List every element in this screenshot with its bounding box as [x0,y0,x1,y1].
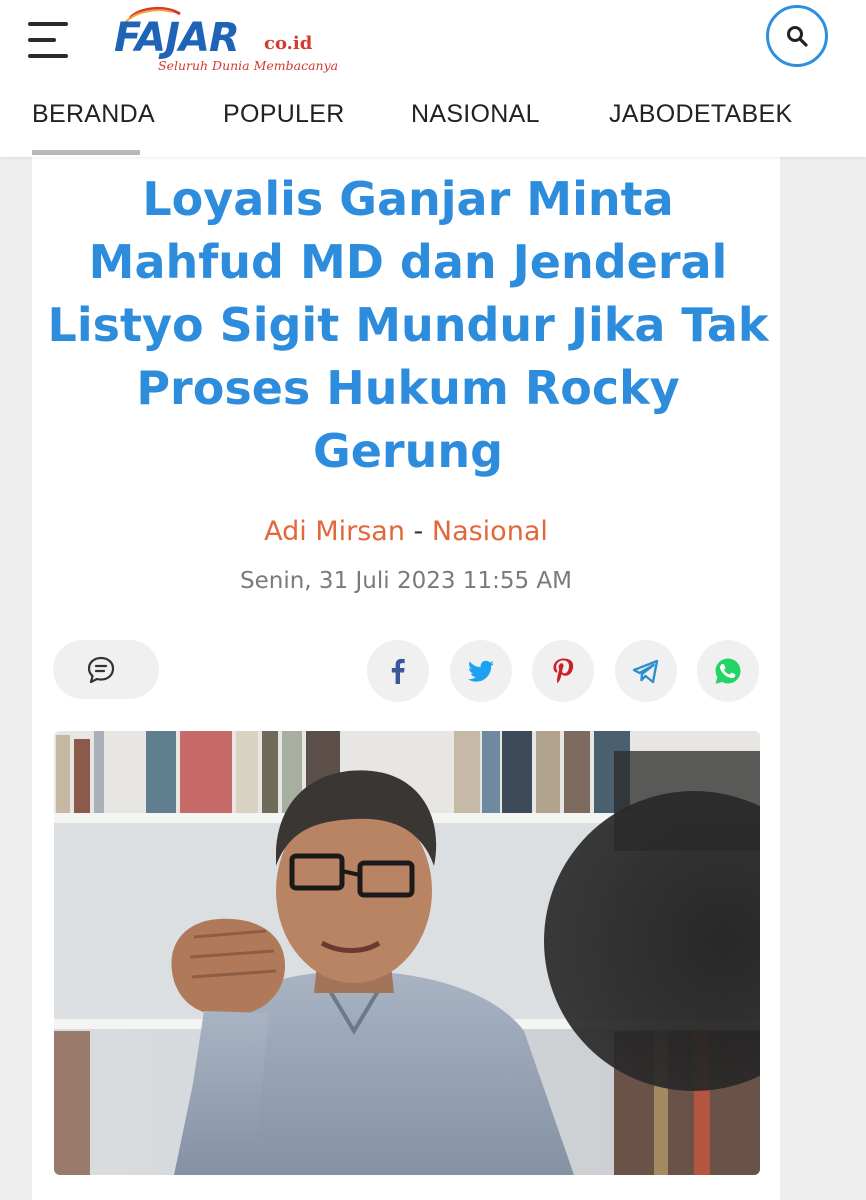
category-link[interactable]: Nasional [432,516,548,547]
byline-separator: - [404,516,432,547]
hamburger-menu-icon[interactable] [28,20,72,60]
nav-item-populer[interactable]: POPULER [223,100,345,129]
comment-icon [87,656,115,684]
logo-domain-suffix: co.id [264,33,313,54]
comment-button[interactable] [53,640,159,699]
article-date: Senin, 31 Juli 2023 11:55 AM [240,568,572,594]
nav-item-beranda[interactable]: BERANDA [32,100,155,129]
author-link[interactable]: Adi Mirsan [264,516,405,547]
share-telegram-button[interactable] [615,640,677,702]
article-featured-image[interactable] [54,731,760,1175]
logo-wordmark: FAJAR [114,15,240,61]
facebook-icon [391,658,405,684]
nav-item-nasional[interactable]: NASIONAL [411,100,540,129]
share-facebook-button[interactable] [367,640,429,702]
logo-tagline: Seluruh Dunia Membacanya [158,58,339,73]
search-icon [787,26,808,47]
twitter-icon [468,660,494,682]
article-byline: Adi Mirsan - Nasional [0,516,812,547]
article-title: Loyalis Ganjar Minta Mahfud MD dan Jende… [47,172,769,478]
featured-photo-illustration [54,731,760,1175]
site-header: FAJAR co.id Seluruh Dunia Membacanya BER… [0,0,866,157]
main-navigation: BERANDA POPULER NASIONAL JABODETABEK [0,96,866,157]
pinterest-icon [553,658,574,684]
site-logo[interactable]: FAJAR co.id Seluruh Dunia Membacanya [108,4,358,76]
whatsapp-icon [715,658,741,684]
nav-active-indicator [32,150,140,155]
telegram-icon [632,659,659,684]
nav-item-jabodetabek[interactable]: JABODETABEK [609,100,792,129]
share-whatsapp-button[interactable] [697,640,759,702]
share-twitter-button[interactable] [450,640,512,702]
search-button[interactable] [766,5,828,67]
share-pinterest-button[interactable] [532,640,594,702]
